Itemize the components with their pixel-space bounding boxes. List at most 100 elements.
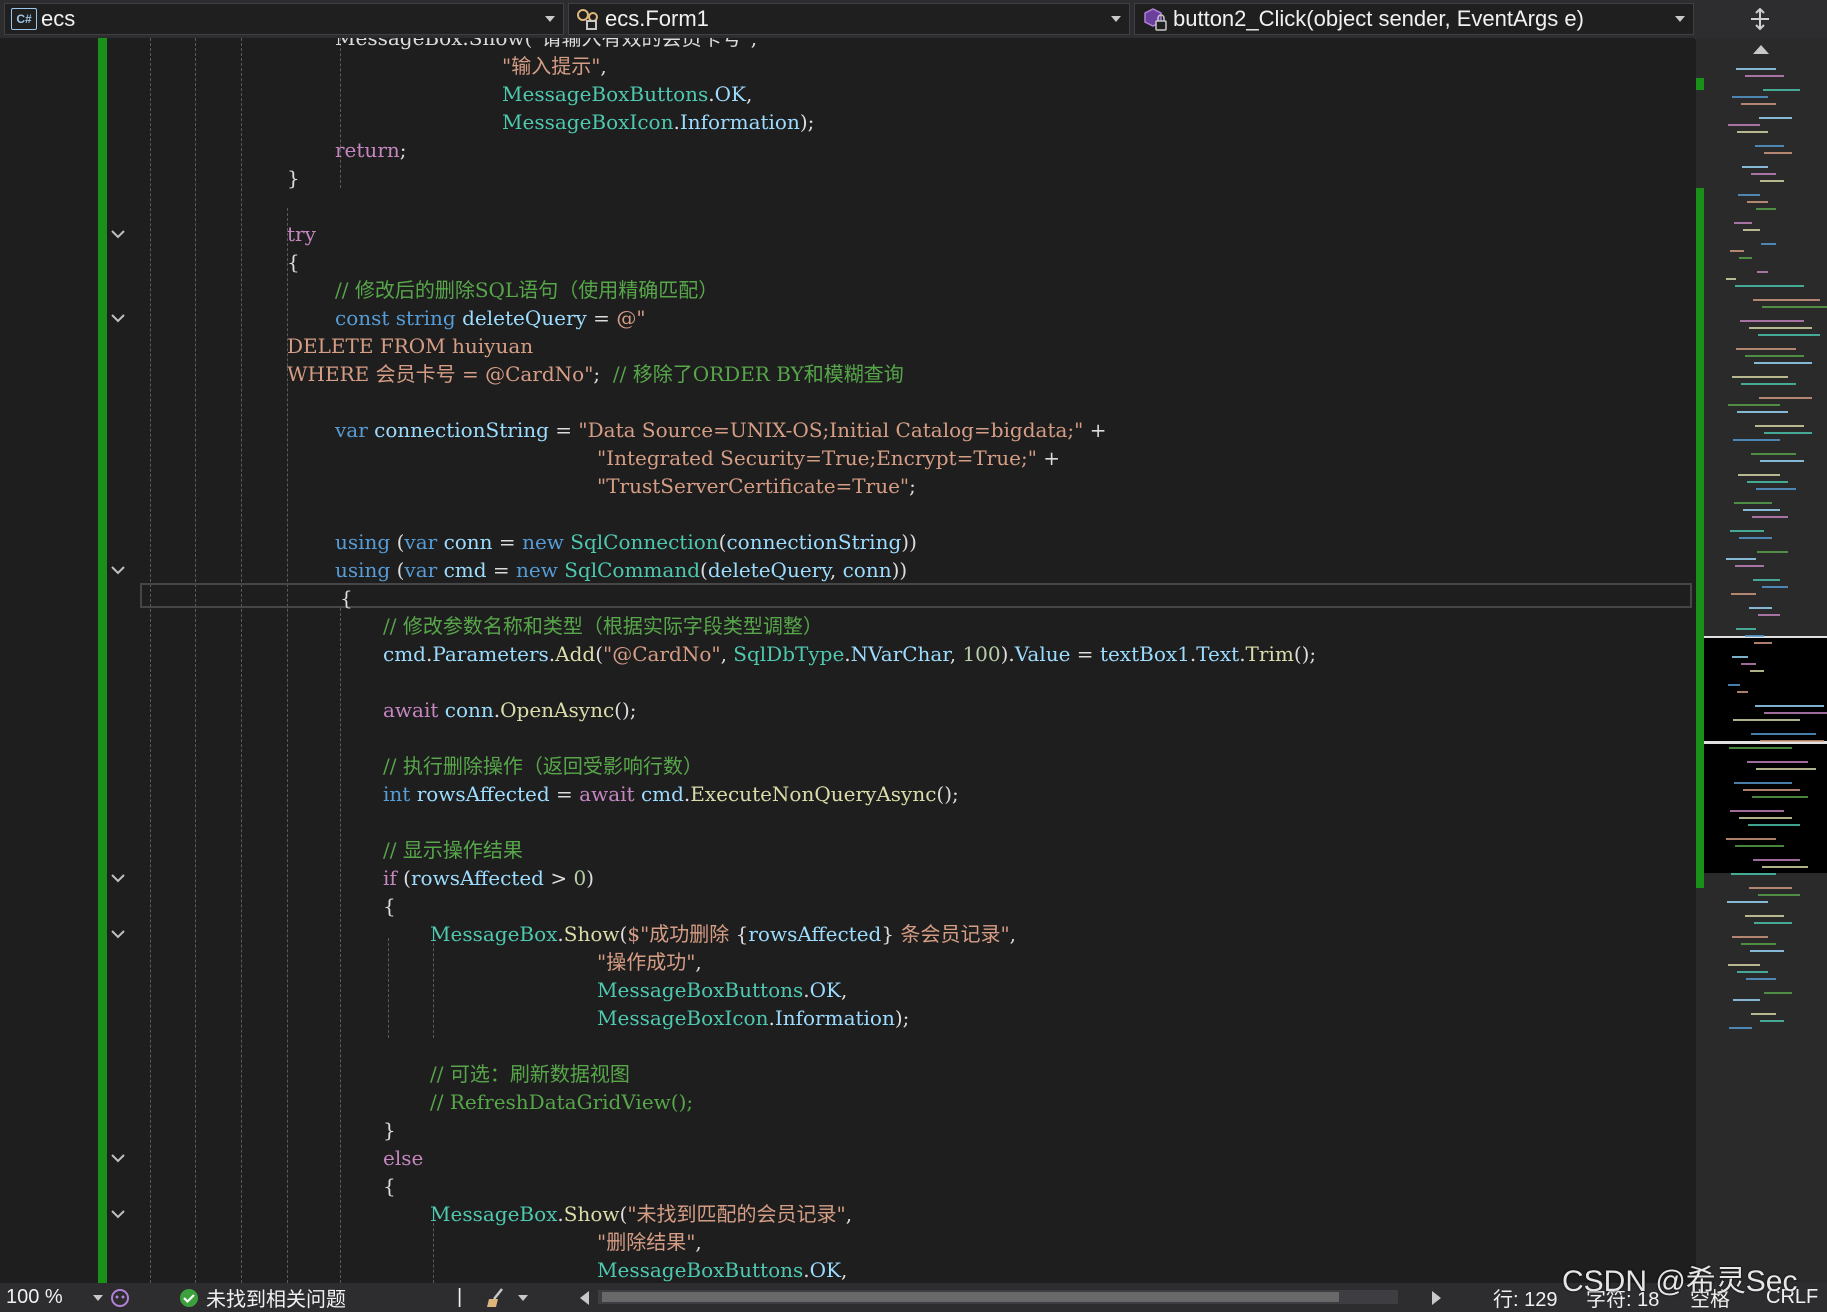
minimap-line — [1760, 1020, 1784, 1022]
scroll-left-arrow-icon[interactable] — [580, 1283, 590, 1312]
minimap-line — [1743, 789, 1800, 791]
code-token: , — [745, 82, 753, 106]
minimap-line — [1745, 355, 1804, 357]
minimap-line — [1749, 607, 1772, 609]
minimap-line — [1755, 705, 1824, 707]
code-token: + — [1036, 446, 1061, 470]
code-token: await — [579, 782, 635, 806]
code-token: OK — [809, 1258, 841, 1282]
code-token: rowsAffected — [410, 866, 544, 890]
code-line: } — [383, 1116, 396, 1144]
code-token: $"成功删除 — [627, 922, 736, 946]
fold-chevron-icon[interactable] — [107, 310, 129, 326]
code-line: MessageBoxButtons.OK, — [597, 976, 847, 1004]
code-line: MessageBox.Show($"成功删除 {rowsAffected} 条会… — [430, 920, 1016, 948]
minimap-line — [1752, 516, 1788, 518]
scroll-up-arrow-icon[interactable] — [1753, 45, 1769, 54]
line-gutter — [0, 38, 30, 1283]
class-dropdown[interactable]: ecs.Form1 — [568, 3, 1130, 35]
zoom-dropdown[interactable]: 100 % — [6, 1283, 103, 1312]
code-token: )) — [901, 530, 917, 554]
current-line-highlight — [140, 583, 1692, 608]
code-token: Trim — [1245, 642, 1294, 666]
code-token: // 移除了ORDER BY和模糊查询 — [612, 362, 904, 386]
code-token: )) — [891, 558, 908, 582]
code-editor[interactable]: MessageBox.Show("请输入有效的会员卡号", "输入提示", Mess… — [0, 38, 1695, 1283]
indent-guide — [150, 38, 151, 1283]
copilot-icon[interactable] — [108, 1283, 132, 1312]
code-token: @" — [616, 306, 646, 330]
line-number[interactable]: 行: 129 — [1493, 1283, 1557, 1312]
code-token: , — [1009, 922, 1017, 946]
code-line: // 可选：刷新数据视图 — [430, 1060, 630, 1088]
code-line: { — [383, 892, 396, 920]
code-token: (); — [936, 782, 959, 806]
code-token: Information — [679, 110, 800, 134]
code-token: cmd — [443, 558, 487, 582]
code-token: , — [840, 978, 848, 1002]
minimap-line — [1736, 348, 1796, 350]
fold-chevron-icon[interactable] — [107, 1150, 129, 1166]
minimap-line — [1730, 250, 1744, 252]
fold-chevron-icon[interactable] — [107, 226, 129, 242]
code-line: DELETE FROM huiyuan — [287, 332, 533, 360]
fold-chevron-icon[interactable] — [107, 870, 129, 886]
minimap-line — [1751, 173, 1776, 175]
minimap-line — [1753, 579, 1780, 581]
minimap-line — [1757, 551, 1788, 553]
code-cleanup-button[interactable] — [484, 1283, 528, 1312]
code-token: var — [335, 418, 368, 442]
code-token: SqlDbType — [733, 642, 845, 666]
minimap-line — [1750, 950, 1784, 952]
code-token: = — [549, 782, 580, 806]
code-token: var — [404, 530, 438, 554]
minimap-line — [1758, 614, 1780, 616]
split-editor-button[interactable] — [1740, 4, 1780, 34]
minimap-line — [1738, 194, 1760, 196]
code-token: ; — [909, 474, 916, 498]
code-line: else — [383, 1144, 423, 1172]
code-token: conn — [842, 558, 892, 582]
code-line: MessageBoxButtons.OK, — [597, 1256, 847, 1283]
code-token: Add — [555, 642, 596, 666]
minimap-line — [1732, 936, 1768, 938]
code-token: = — [492, 530, 523, 554]
minimap-line — [1727, 901, 1768, 903]
code-line: cmd.Parameters.Add("@CardNo", SqlDbType.… — [383, 640, 1316, 668]
issues-indicator[interactable]: 未找到相关问题 — [178, 1283, 346, 1312]
code-token: cmd — [640, 782, 684, 806]
minimap-line — [1751, 453, 1796, 455]
code-token: string — [395, 306, 456, 330]
code-token: MessageBoxButtons — [597, 1258, 804, 1282]
code-token: NVarChar — [850, 642, 950, 666]
minimap-line — [1732, 376, 1788, 378]
code-line: { — [383, 1172, 396, 1200]
code-line: const string deleteQuery = @" — [335, 304, 646, 332]
split-icon — [1751, 7, 1769, 31]
code-token: ). — [1000, 642, 1015, 666]
minimap-line — [1764, 432, 1812, 434]
minimap-line — [1753, 299, 1820, 301]
code-token: Value — [1014, 642, 1071, 666]
minimap-line — [1748, 824, 1800, 826]
fold-chevron-icon[interactable] — [107, 562, 129, 578]
minimap-line — [1737, 411, 1788, 413]
code-token: if — [383, 866, 397, 890]
minimap-line — [1756, 208, 1776, 210]
code-token: ( — [396, 866, 411, 890]
fold-chevron-icon[interactable] — [107, 1206, 129, 1222]
horizontal-scrollbar-thumb[interactable] — [602, 1292, 1339, 1302]
member-dropdown[interactable]: button2_Click(object sender, EventArgs e… — [1134, 3, 1694, 35]
code-token: } — [383, 1118, 396, 1142]
project-dropdown[interactable]: C# ecs — [4, 3, 564, 35]
fold-chevron-icon[interactable] — [107, 926, 129, 942]
project-label: ecs — [41, 6, 76, 31]
code-line: "输入提示", — [502, 52, 607, 80]
scroll-right-arrow-icon[interactable] — [1432, 1283, 1442, 1312]
code-token: Show — [563, 1202, 620, 1226]
code-token: connectionString — [374, 418, 549, 442]
minimap-line — [1759, 397, 1812, 399]
code-token: cmd — [383, 642, 426, 666]
minimap-line — [1757, 271, 1768, 273]
minimap-scrollbar[interactable] — [1696, 38, 1827, 1283]
